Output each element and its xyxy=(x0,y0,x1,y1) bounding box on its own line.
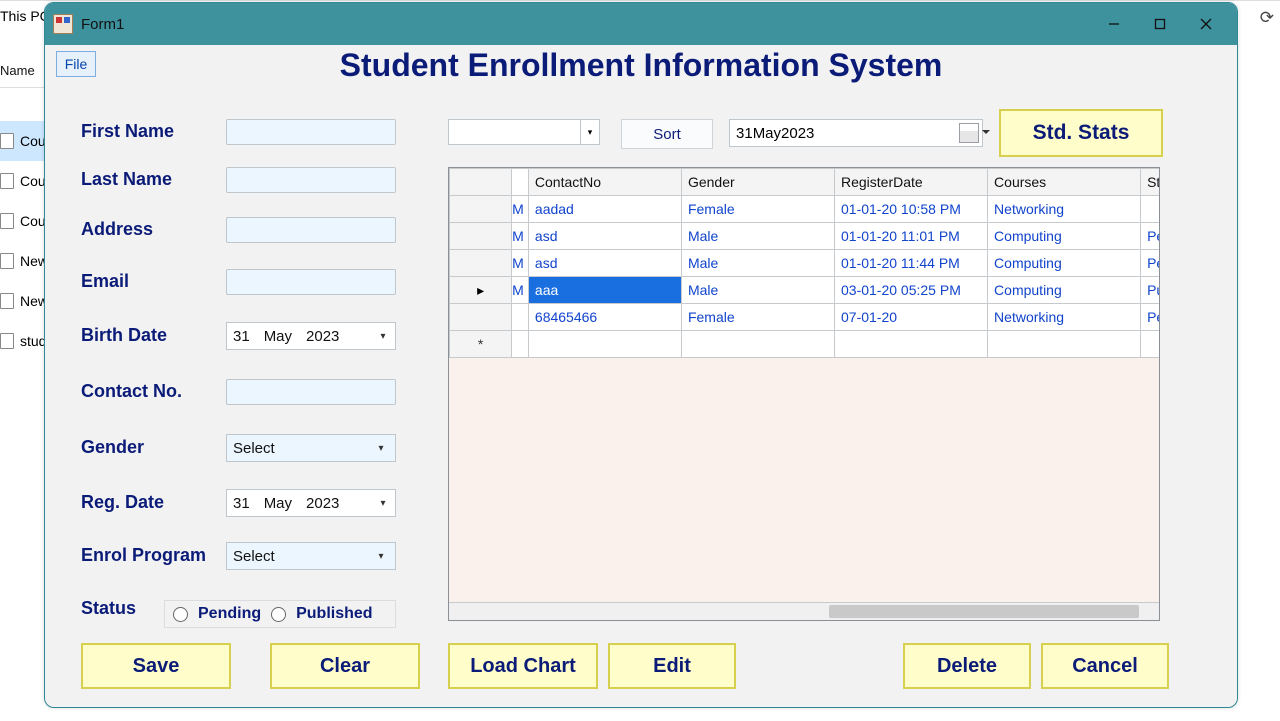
gender-select[interactable]: Select▾ xyxy=(226,434,396,462)
refresh-icon[interactable]: ⟳ xyxy=(1260,8,1274,28)
table-row[interactable]: 68465466Female07-01-20NetworkingPending xyxy=(450,304,1161,331)
col-gender[interactable]: Gender xyxy=(681,169,834,196)
label-contact: Contact No. xyxy=(81,381,182,402)
grid-header-row: ContactNo Gender RegisterDate Courses St… xyxy=(450,169,1161,196)
load-chart-button[interactable]: Load Chart xyxy=(448,643,598,689)
birth-date-picker[interactable]: 31May2023 ▾ xyxy=(226,322,396,350)
chevron-down-icon[interactable]: ▾ xyxy=(373,435,389,461)
list-item[interactable]: New xyxy=(0,241,50,281)
filter-select[interactable]: ▾ xyxy=(448,119,600,145)
new-row[interactable]: * xyxy=(450,331,1161,358)
client-area: File Student Enrollment Information Syst… xyxy=(51,47,1231,701)
enrol-program-select[interactable]: Select▾ xyxy=(226,542,396,570)
horizontal-scrollbar[interactable] xyxy=(449,602,1159,620)
radio-published-label: Published xyxy=(296,605,372,623)
close-button[interactable] xyxy=(1183,9,1229,39)
chevron-down-icon[interactable]: ▾ xyxy=(580,120,599,144)
radio-published[interactable] xyxy=(271,607,286,622)
bg-file-list: Cour Cour Cour New New stud xyxy=(0,121,50,361)
radio-pending[interactable] xyxy=(173,607,188,622)
cancel-button[interactable]: Cancel xyxy=(1041,643,1169,689)
contact-input[interactable] xyxy=(226,379,396,405)
label-email: Email xyxy=(81,271,129,292)
edit-button[interactable]: Edit xyxy=(608,643,736,689)
col-contact[interactable]: ContactNo xyxy=(528,169,681,196)
label-birth-date: Birth Date xyxy=(81,325,167,346)
std-stats-button[interactable]: Std. Stats xyxy=(999,109,1163,157)
file-icon xyxy=(0,173,14,189)
label-reg-date: Reg. Date xyxy=(81,492,164,513)
label-enrol: Enrol Program xyxy=(81,545,206,566)
file-icon xyxy=(0,133,14,149)
delete-button[interactable]: Delete xyxy=(903,643,1031,689)
label-last-name: Last Name xyxy=(81,169,172,190)
save-button[interactable]: Save xyxy=(81,643,231,689)
col-register[interactable]: RegisterDate xyxy=(835,169,988,196)
maximize-button[interactable] xyxy=(1137,9,1183,39)
label-status: Status xyxy=(81,598,136,619)
clear-button[interactable]: Clear xyxy=(270,643,420,689)
students-datagrid[interactable]: ContactNo Gender RegisterDate Courses St… xyxy=(448,167,1160,621)
list-item[interactable]: stud xyxy=(0,321,50,361)
titlebar[interactable]: Form1 xyxy=(45,3,1237,45)
chevron-down-icon[interactable]: ▾ xyxy=(375,323,391,349)
email-input[interactable] xyxy=(226,269,396,295)
status-radio-group: Pending Published xyxy=(164,600,396,628)
chevron-down-icon[interactable]: ▾ xyxy=(375,490,391,516)
chevron-down-icon[interactable]: ▾ xyxy=(373,543,389,569)
list-item[interactable]: New xyxy=(0,281,50,321)
bg-title: This PC xyxy=(0,8,50,24)
table-row[interactable]: ▸MaaaMale03-01-20 05:25 PMComputingPubli… xyxy=(450,277,1161,304)
top-date-picker[interactable]: 31May2023 xyxy=(729,119,983,147)
app-icon xyxy=(53,14,73,34)
list-item[interactable]: Cour xyxy=(0,161,50,201)
window-title: Form1 xyxy=(81,16,124,33)
file-icon xyxy=(0,213,14,229)
list-item[interactable]: Cour xyxy=(0,201,50,241)
file-icon xyxy=(0,293,14,309)
file-icon xyxy=(0,333,14,349)
table-row[interactable]: MaadadFemale01-01-20 10:58 PMNetworking xyxy=(450,196,1161,223)
label-address: Address xyxy=(81,219,153,240)
calendar-icon[interactable] xyxy=(959,123,979,143)
radio-pending-label: Pending xyxy=(198,605,261,623)
form1-window: Form1 File Student Enrollment Informatio… xyxy=(44,2,1238,708)
file-icon xyxy=(0,253,14,269)
label-first-name: First Name xyxy=(81,121,174,142)
first-name-input[interactable] xyxy=(226,119,396,145)
last-name-input[interactable] xyxy=(226,167,396,193)
label-gender: Gender xyxy=(81,437,144,458)
table-row[interactable]: MasdMale01-01-20 11:01 PMComputingPendin… xyxy=(450,223,1161,250)
address-input[interactable] xyxy=(226,217,396,243)
col-status[interactable]: Status xyxy=(1141,169,1160,196)
bg-name-column: Name xyxy=(0,59,45,88)
minimize-button[interactable] xyxy=(1091,9,1137,39)
reg-date-picker[interactable]: 31May2023 ▾ xyxy=(226,489,396,517)
page-title: Student Enrollment Information System xyxy=(51,47,1231,84)
table-row[interactable]: MasdMale01-01-20 11:44 PMComputingPendin… xyxy=(450,250,1161,277)
col-courses[interactable]: Courses xyxy=(988,169,1141,196)
scrollbar-thumb[interactable] xyxy=(829,605,1139,618)
list-item[interactable]: Cour xyxy=(0,121,50,161)
sort-button[interactable]: Sort xyxy=(621,119,713,149)
